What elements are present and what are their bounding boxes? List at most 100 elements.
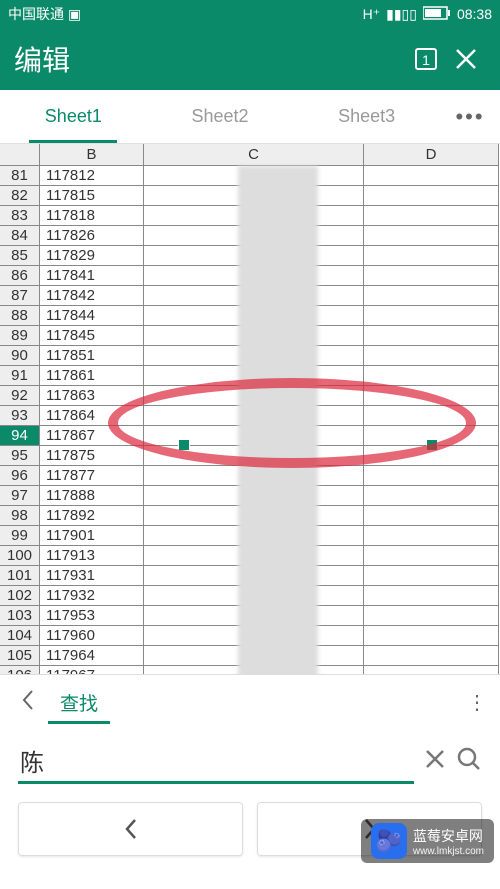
row-header[interactable]: 97: [0, 486, 40, 506]
row-header[interactable]: 106: [0, 666, 40, 674]
cell-d[interactable]: [364, 246, 499, 266]
cell-d[interactable]: [364, 666, 499, 674]
cell-b[interactable]: 117932: [40, 586, 144, 606]
cell-d[interactable]: [364, 626, 499, 646]
row-header[interactable]: 101: [0, 566, 40, 586]
cell-d[interactable]: [364, 346, 499, 366]
row-header[interactable]: 90: [0, 346, 40, 366]
cell-b[interactable]: 117841: [40, 266, 144, 286]
cell-b[interactable]: 117931: [40, 566, 144, 586]
cell-b[interactable]: 117829: [40, 246, 144, 266]
cell-d[interactable]: [364, 166, 499, 186]
row-header[interactable]: 86: [0, 266, 40, 286]
cell-d[interactable]: [364, 506, 499, 526]
row-header[interactable]: 93: [0, 406, 40, 426]
cell-b[interactable]: 117888: [40, 486, 144, 506]
search-tab-find[interactable]: 查找: [48, 675, 110, 730]
cell-b[interactable]: 117864: [40, 406, 144, 426]
spreadsheet[interactable]: BCD8111781282117815831178188411782685117…: [0, 144, 500, 674]
row-header[interactable]: 85: [0, 246, 40, 266]
cell-b[interactable]: 117863: [40, 386, 144, 406]
cell-b[interactable]: 117812: [40, 166, 144, 186]
row-header[interactable]: 82: [0, 186, 40, 206]
cell-b[interactable]: 117953: [40, 606, 144, 626]
cell-d[interactable]: [364, 326, 499, 346]
cell-d[interactable]: [364, 206, 499, 226]
col-header[interactable]: [0, 144, 40, 166]
cell-d[interactable]: [364, 566, 499, 586]
row-header[interactable]: 88: [0, 306, 40, 326]
row-header[interactable]: 89: [0, 326, 40, 346]
cell-b[interactable]: 117964: [40, 646, 144, 666]
cell-d[interactable]: [364, 606, 499, 626]
cell-d[interactable]: [364, 266, 499, 286]
cell-b[interactable]: 117875: [40, 446, 144, 466]
cell-b[interactable]: 117913: [40, 546, 144, 566]
cell-d[interactable]: [364, 646, 499, 666]
sim-icon: ▣: [68, 7, 81, 21]
col-header[interactable]: B: [40, 144, 144, 166]
cell-b[interactable]: 117892: [40, 506, 144, 526]
cell-d[interactable]: [364, 386, 499, 406]
cell-d[interactable]: [364, 226, 499, 246]
cell-b[interactable]: 117960: [40, 626, 144, 646]
selection-handle-left[interactable]: [178, 439, 190, 451]
top-bar: 编辑 1: [0, 28, 500, 90]
search-submit-button[interactable]: [456, 746, 482, 778]
row-header[interactable]: 103: [0, 606, 40, 626]
search-more-button[interactable]: ⋮: [462, 690, 492, 715]
cell-b[interactable]: 117967: [40, 666, 144, 674]
cell-b[interactable]: 117842: [40, 286, 144, 306]
cell-d[interactable]: [364, 406, 499, 426]
clear-search-button[interactable]: [424, 748, 446, 776]
cell-d[interactable]: [364, 546, 499, 566]
cell-b[interactable]: 117815: [40, 186, 144, 206]
row-header[interactable]: 96: [0, 466, 40, 486]
row-header[interactable]: 92: [0, 386, 40, 406]
row-header[interactable]: 99: [0, 526, 40, 546]
cell-d[interactable]: [364, 366, 499, 386]
tab-more-button[interactable]: •••: [440, 104, 500, 130]
row-header[interactable]: 81: [0, 166, 40, 186]
row-header[interactable]: 91: [0, 366, 40, 386]
row-header[interactable]: 83: [0, 206, 40, 226]
row-header[interactable]: 100: [0, 546, 40, 566]
row-header[interactable]: 94: [0, 426, 40, 446]
cell-d[interactable]: [364, 526, 499, 546]
selection-handle-right[interactable]: [426, 439, 438, 451]
search-back-button[interactable]: [8, 689, 48, 717]
cell-b[interactable]: 117851: [40, 346, 144, 366]
col-header[interactable]: C: [144, 144, 364, 166]
row-header[interactable]: 95: [0, 446, 40, 466]
tab-sheet1[interactable]: Sheet1: [0, 90, 147, 143]
cell-b[interactable]: 117861: [40, 366, 144, 386]
row-header[interactable]: 87: [0, 286, 40, 306]
cell-d[interactable]: [364, 286, 499, 306]
cell-d[interactable]: [364, 586, 499, 606]
cell-b[interactable]: 117818: [40, 206, 144, 226]
tab-sheet2[interactable]: Sheet2: [147, 90, 294, 143]
col-header[interactable]: D: [364, 144, 499, 166]
close-button[interactable]: [446, 39, 486, 79]
row-header[interactable]: 84: [0, 226, 40, 246]
cell-b[interactable]: 117877: [40, 466, 144, 486]
row-header[interactable]: 98: [0, 506, 40, 526]
row-header[interactable]: 105: [0, 646, 40, 666]
cell-d[interactable]: [364, 306, 499, 326]
cell-b[interactable]: 117826: [40, 226, 144, 246]
cell-d[interactable]: [364, 486, 499, 506]
tabs-button[interactable]: 1: [406, 39, 446, 79]
cell-b[interactable]: 117844: [40, 306, 144, 326]
cell-b[interactable]: 117901: [40, 526, 144, 546]
cell-d[interactable]: [364, 186, 499, 206]
svg-text:1: 1: [422, 52, 430, 68]
search-input[interactable]: [18, 741, 414, 784]
cell-b[interactable]: 117867: [40, 426, 144, 446]
row-header[interactable]: 104: [0, 626, 40, 646]
row-header[interactable]: 102: [0, 586, 40, 606]
tab-sheet3[interactable]: Sheet3: [293, 90, 440, 143]
search-prev-button[interactable]: [18, 802, 243, 856]
clock-label: 08:38: [457, 6, 492, 22]
cell-d[interactable]: [364, 466, 499, 486]
cell-b[interactable]: 117845: [40, 326, 144, 346]
